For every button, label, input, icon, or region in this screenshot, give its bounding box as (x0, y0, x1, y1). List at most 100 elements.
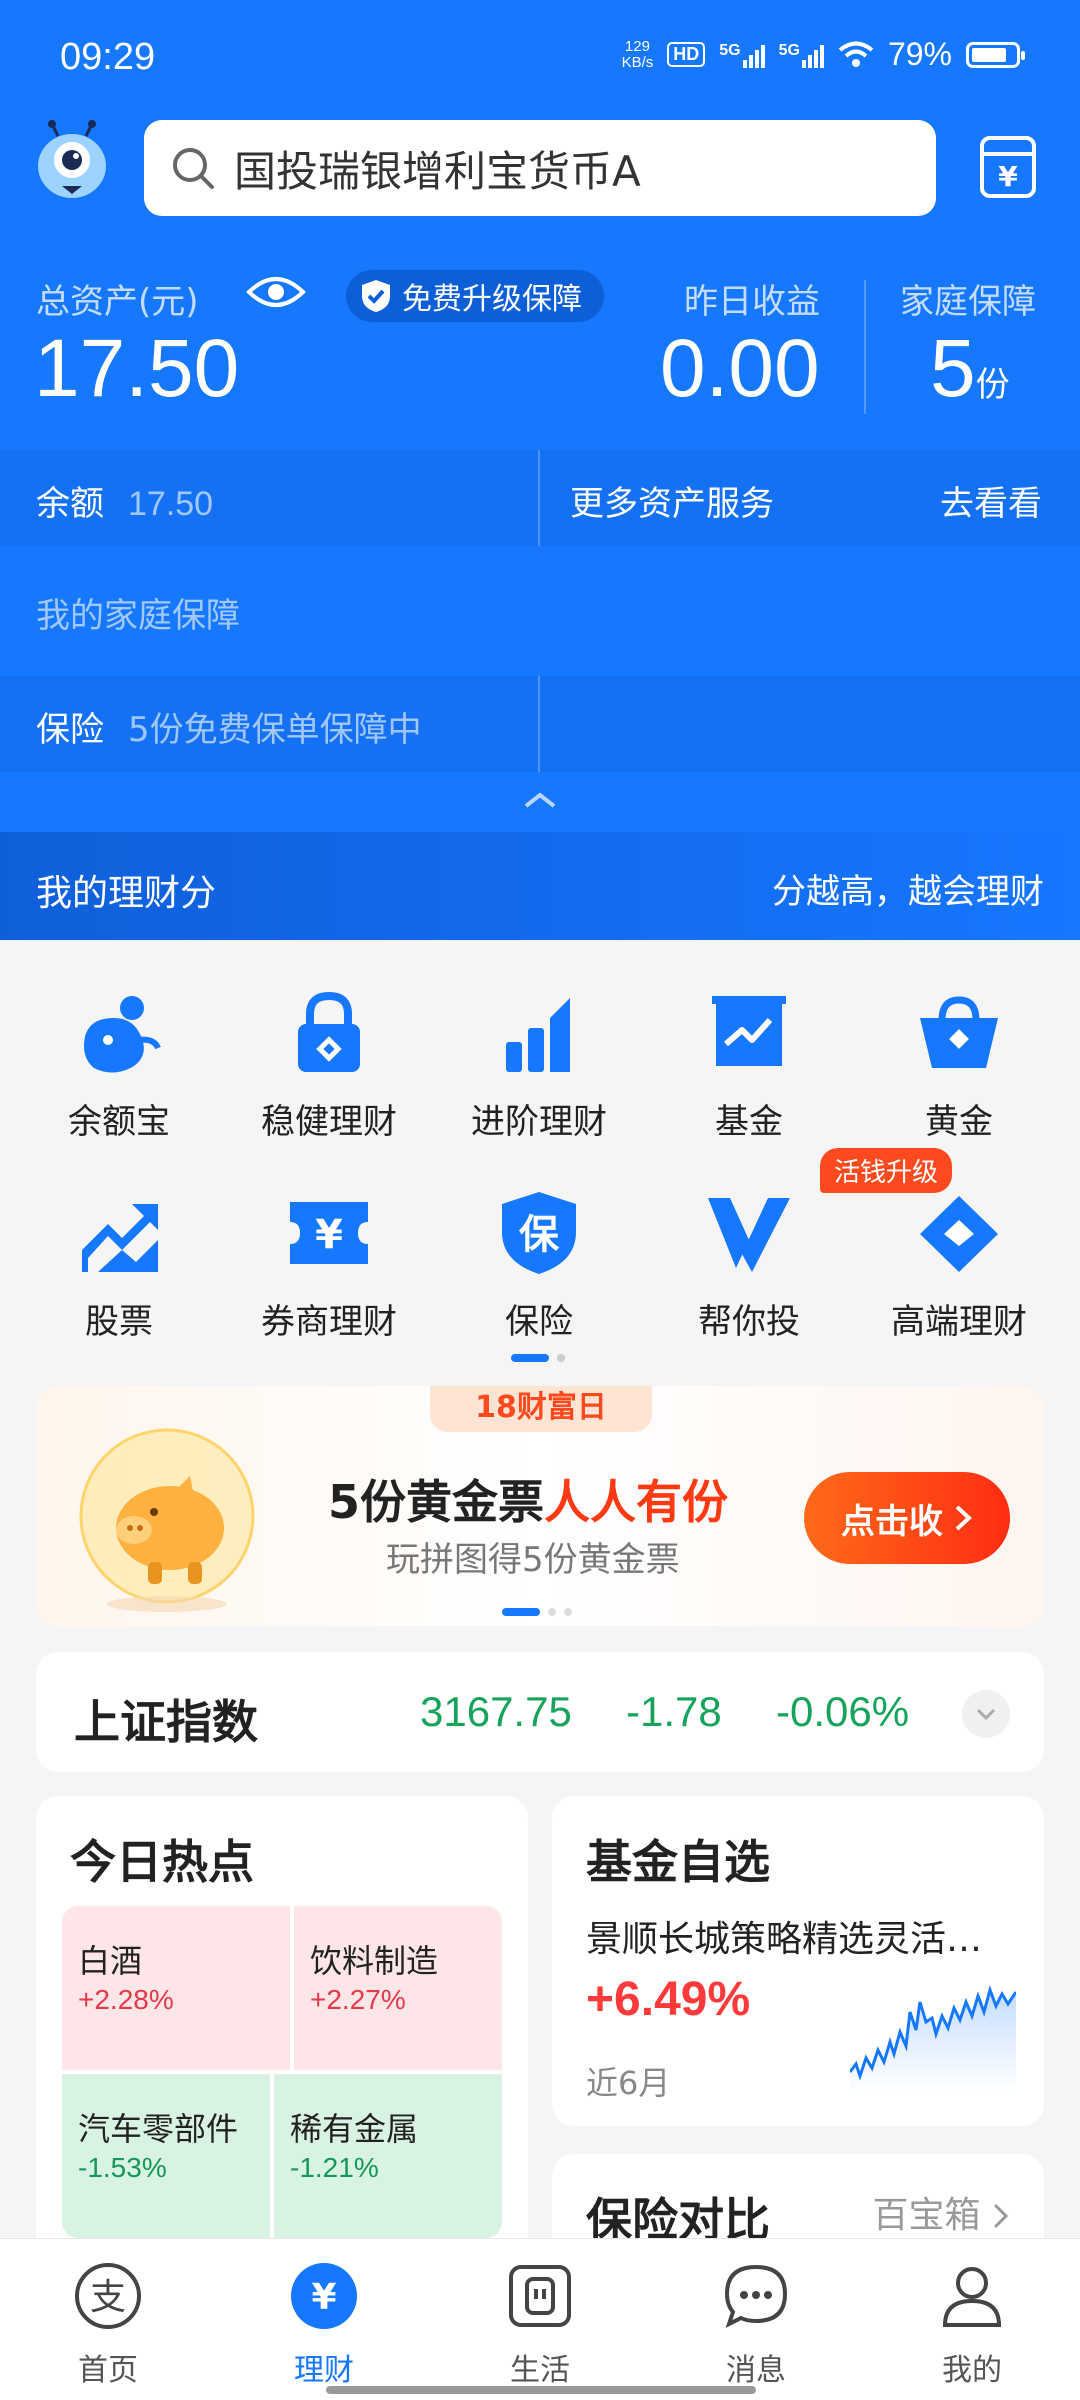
market-index-card[interactable]: 上证指数 3167.75 -1.78 -0.06% (36, 1652, 1044, 1772)
grid-item-yuebao[interactable]: 余额宝 (11, 988, 227, 1143)
hot-topics-card: 今日热点 白酒 +2.28% 饮料制造 +2.27% 汽车零部件 -1.53% … (36, 1796, 528, 2256)
mascot-avatar-icon[interactable] (32, 120, 112, 206)
grid-item-stable[interactable]: 稳健理财 (221, 988, 437, 1143)
svg-text:¥: ¥ (315, 1212, 343, 1258)
hot-tile[interactable]: 稀有金属 -1.21% (274, 2074, 502, 2238)
hot-tag-badge: 活钱升级 (820, 1148, 953, 1193)
family-section-title: 我的家庭保障 (36, 596, 240, 636)
hot-topics-title: 今日热点 (70, 1835, 254, 1889)
status-time: 09:29 (60, 36, 156, 78)
tab-home[interactable]: 支 首页 (0, 2261, 216, 2389)
balance-cell[interactable]: 余额 17.50 (36, 476, 213, 525)
grid-pager (511, 1354, 565, 1362)
divider (864, 280, 866, 414)
signal-icon: 5G (719, 42, 765, 68)
go-see-link[interactable]: 去看看 (940, 476, 1042, 525)
grid-item-broker[interactable]: ¥ 券商理财 (221, 1188, 437, 1343)
status-bar: 09:29 129 KB/s HD 5G 5G 79% (0, 0, 1080, 120)
hot-tile[interactable]: 白酒 +2.28% (62, 1906, 290, 2070)
eye-icon[interactable] (246, 272, 306, 312)
index-percent: -0.06% (776, 1688, 910, 1735)
balance-row: 余额 17.50 更多资产服务 去看看 (0, 450, 1080, 546)
yen-circle-icon: ¥ (291, 2263, 357, 2329)
yen-ticket-icon: ¥ (290, 1202, 368, 1264)
battery-icon (966, 41, 1025, 68)
total-assets-value[interactable]: 17.50 (34, 322, 239, 416)
stock-trend-icon (82, 1204, 158, 1272)
fund-chart-icon (712, 996, 786, 1066)
wealth-score-bar[interactable]: 我的理财分 分越高，越会理财 (0, 832, 1080, 940)
insurance-row[interactable]: 保险 5份免费保单保障中 (0, 676, 1080, 772)
yesterday-income-value[interactable]: 0.00 (660, 322, 820, 416)
total-assets-label: 总资产(元) (36, 282, 199, 322)
grid-item-stock[interactable]: 股票 (11, 1188, 227, 1343)
index-name: 上证指数 (74, 1695, 258, 1749)
grid-item-insurance[interactable]: 保 保险 (431, 1188, 647, 1343)
life-icon (509, 2265, 571, 2327)
svg-text:支: 支 (90, 2277, 126, 2318)
fund-return: +6.49% (586, 1973, 751, 2026)
more-services-label[interactable]: 更多资产服务 (570, 476, 774, 525)
fund-watch-title: 基金自选 (586, 1835, 770, 1889)
fund-period: 近6月 (586, 2064, 671, 2102)
tab-mine[interactable]: 我的 (864, 2261, 1080, 2389)
hd-badge-icon: HD (667, 42, 706, 67)
bottom-tab-bar: 支 首页 ¥ 理财 生活 消息 我的 (0, 2238, 1080, 2400)
grid-item-gold[interactable]: 黄金 (851, 988, 1067, 1143)
hot-tile[interactable]: 汽车零部件 -1.53% (62, 2074, 270, 2238)
gold-basket-icon (920, 996, 998, 1068)
grid-item-fund[interactable]: 基金 (641, 988, 857, 1143)
bill-icon[interactable]: ¥ (978, 134, 1038, 200)
home-indicator[interactable] (326, 2386, 756, 2394)
search-bar[interactable]: 国投瑞银增利宝货币A (144, 120, 936, 216)
chevron-right-icon (955, 1505, 972, 1531)
tab-life[interactable]: 生活 (432, 2261, 648, 2389)
chat-bubble-icon (724, 2264, 788, 2328)
v-logo-icon (708, 1198, 790, 1272)
lock-icon (298, 991, 360, 1072)
yuebao-icon (84, 996, 161, 1073)
svg-text:¥: ¥ (998, 160, 1018, 193)
index-change: -1.78 (626, 1688, 722, 1735)
alipay-icon: 支 (75, 2263, 141, 2329)
wealth-score-label: 我的理财分 (36, 873, 217, 914)
svg-text:¥: ¥ (311, 2277, 336, 2318)
grid-item-premium[interactable]: 高端理财 (851, 1188, 1067, 1343)
insurance-cell[interactable]: 保险 5份免费保单保障中 (36, 702, 422, 751)
wifi-icon (838, 41, 874, 67)
search-text: 国投瑞银增利宝货币A (234, 146, 641, 196)
index-dropdown[interactable] (962, 1690, 1010, 1738)
bar-chart-icon (506, 998, 570, 1072)
free-upgrade-badge[interactable]: 免费升级保障 (346, 270, 604, 322)
network-speed: 129 KB/s (621, 37, 654, 71)
assets-summary: 总资产(元) 免费升级保障 17.50 昨日收益 0.00 家庭保障 5份 (0, 260, 1080, 450)
signal-icon: 5G (779, 42, 824, 68)
banner-claim-button[interactable]: 点击收 (804, 1472, 1010, 1564)
search-icon (173, 148, 214, 189)
chevron-up-icon[interactable] (522, 790, 558, 810)
diamond-icon (920, 1196, 998, 1272)
battery-percent: 79% (887, 36, 952, 72)
tab-wealth[interactable]: ¥ 理财 (216, 2261, 432, 2389)
piggy-bank-icon (79, 1428, 255, 1612)
fund-name: 景顺长城策略精选灵活… (586, 1919, 983, 1960)
fund-watch-card[interactable]: 基金自选 景顺长城策略精选灵活… +6.49% 近6月 (552, 1796, 1044, 2126)
status-icons: 129 KB/s HD 5G 5G 79% (621, 36, 1025, 73)
banner-tag: 18财富日 (430, 1386, 652, 1432)
divider (538, 450, 540, 546)
chevron-down-icon (976, 1708, 996, 1721)
banner-headline: 5份黄金票人人有份 (328, 1475, 729, 1529)
treasure-box-link[interactable]: 百宝箱 (873, 2186, 1010, 2238)
svg-text:保: 保 (519, 1212, 560, 1258)
chevron-right-icon (993, 2203, 1009, 2229)
grid-item-help-invest[interactable]: 帮你投 (641, 1188, 857, 1343)
family-protection-value[interactable]: 5份 (930, 322, 1010, 416)
fund-sparkline (850, 1985, 1016, 2092)
banner-pager (502, 1608, 572, 1616)
grid-item-advanced[interactable]: 进阶理财 (431, 988, 647, 1143)
banner-subtitle: 玩拼图得5份黄金票 (386, 1540, 680, 1580)
hot-tile[interactable]: 饮料制造 +2.27% (294, 1906, 502, 2070)
tab-messages[interactable]: 消息 (648, 2261, 864, 2389)
promo-banner[interactable]: 18财富日 5份黄金票人人有份 玩拼图得5份黄金票 点击收 (36, 1386, 1044, 1626)
family-protection-label: 家庭保障 (900, 282, 1036, 322)
